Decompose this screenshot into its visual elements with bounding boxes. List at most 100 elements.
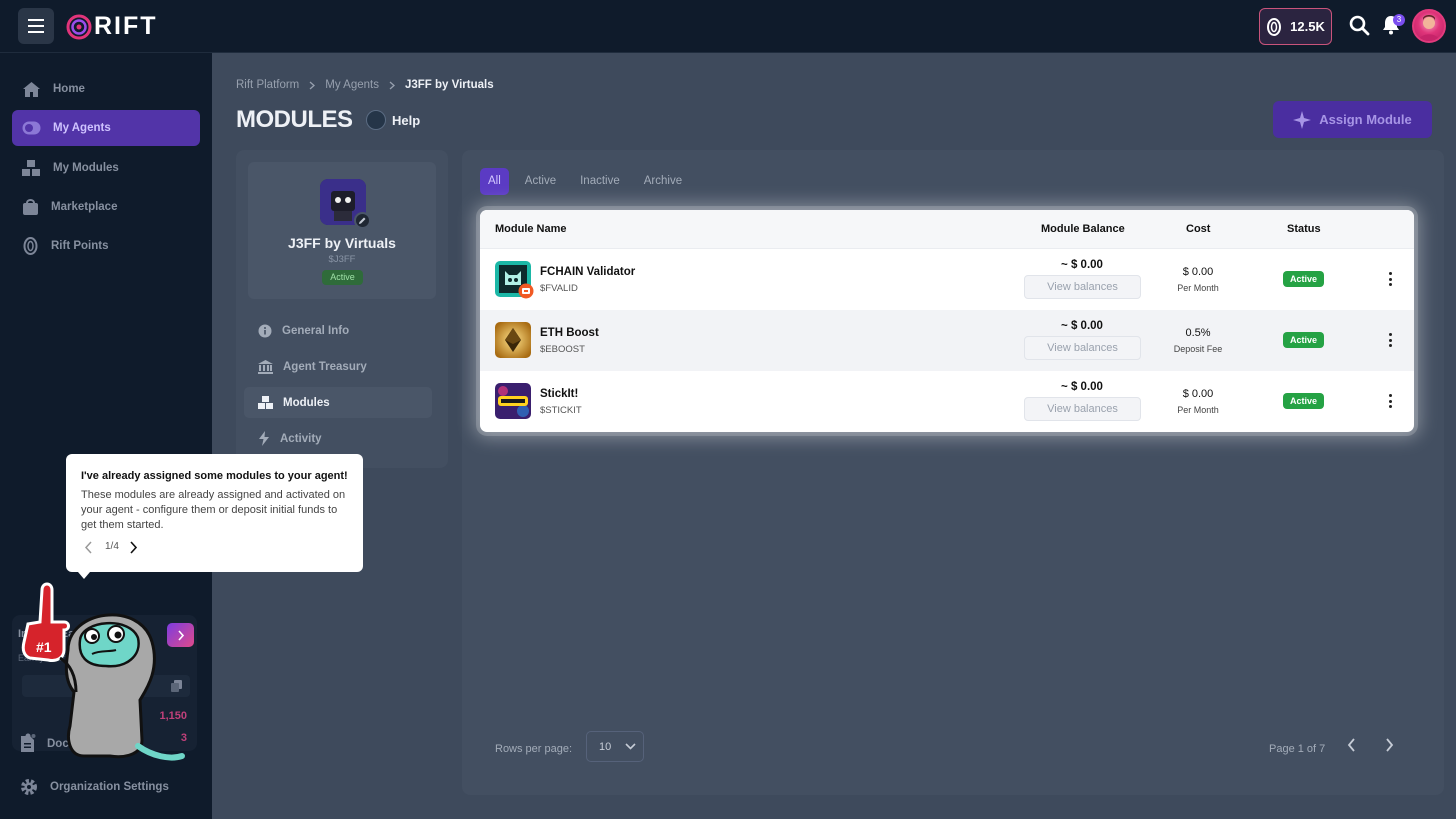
column-header-module-balance: Module Balance: [1041, 223, 1125, 235]
view-balances-button[interactable]: View balances: [1024, 275, 1141, 299]
home-icon: [23, 81, 40, 97]
breadcrumb: Rift Platform My Agents J3FF by Virtuals: [236, 79, 494, 91]
agent-nav-agent-treasury[interactable]: Agent Treasury: [244, 351, 432, 382]
agent-nav-label: General Info: [282, 324, 350, 337]
module-name[interactable]: FCHAIN Validator: [540, 266, 635, 278]
sidebar-item-organization-settings[interactable]: Organization Settings: [20, 778, 169, 796]
search-icon[interactable]: [1349, 15, 1370, 36]
points-balance: 12.5K: [1290, 19, 1325, 34]
agent-status-badge: Active: [322, 270, 363, 285]
tooltip-previous-icon[interactable]: [84, 541, 93, 554]
row-actions-kebab-icon[interactable]: [1384, 393, 1396, 409]
lightning-icon: [259, 431, 269, 446]
help-label: Help: [392, 112, 421, 128]
tooltip-pointer: [78, 572, 90, 579]
sidebar-item-my-modules[interactable]: My Modules: [12, 150, 200, 186]
tooltip-title: I've already assigned some modules to yo…: [81, 470, 348, 482]
coin-icon: [1267, 17, 1282, 36]
rows-per-page-select[interactable]: 10: [586, 731, 644, 762]
module-balance: ~ $ 0.00: [1061, 259, 1103, 271]
status-badge: Active: [1283, 271, 1324, 287]
module-name[interactable]: StickIt!: [540, 388, 578, 400]
module-name[interactable]: ETH Boost: [540, 327, 599, 339]
agent-nav-modules[interactable]: Modules: [244, 387, 432, 418]
sidebar-item-label: My Agents: [53, 122, 111, 134]
row-actions-kebab-icon[interactable]: [1384, 271, 1396, 287]
tab-all[interactable]: All: [480, 168, 509, 195]
agent-nav-activity[interactable]: Activity: [244, 423, 432, 454]
table-row[interactable]: FCHAIN Validator $FVALID ~ $ 0.00 View b…: [480, 249, 1414, 310]
module-cost-unit: Per Month: [1177, 283, 1219, 293]
sidebar-item-marketplace[interactable]: Marketplace: [12, 189, 200, 225]
sidebar-item-rift-points[interactable]: Rift Points: [12, 228, 200, 264]
sidebar-item-label: Marketplace: [51, 201, 118, 213]
tab-active[interactable]: Active: [517, 168, 564, 195]
sparkle-move-icon: [1293, 110, 1312, 129]
sidebar-item-label: Organization Settings: [50, 781, 169, 793]
svg-text:#1: #1: [36, 639, 52, 655]
coin-icon: [23, 237, 38, 255]
logo-text: RIFT: [94, 12, 158, 40]
agent-nav-label: Modules: [283, 396, 330, 409]
agent-ticker: $J3FF: [328, 254, 356, 265]
chevron-right-icon: [389, 81, 395, 89]
status-badge: Active: [1283, 393, 1324, 409]
help-link[interactable]: Help: [366, 110, 420, 130]
fchain-badge-icon: [518, 283, 534, 299]
sidebar-item-my-agents[interactable]: My Agents: [12, 110, 200, 146]
top-bar: RIFT 12.5K 3: [0, 0, 1456, 53]
column-header-module-name: Module Name: [495, 223, 567, 235]
chevron-down-icon: [625, 743, 636, 750]
tooltip-step-counter: 1/4: [105, 541, 119, 552]
next-page-icon[interactable]: [1384, 738, 1394, 752]
tab-archive[interactable]: Archive: [636, 168, 690, 195]
avatar-face-icon: [1419, 15, 1439, 41]
agent-panel: J3FF by Virtuals $J3FF Active General In…: [236, 150, 448, 468]
assign-module-label: Assign Module: [1319, 112, 1412, 127]
module-cost-unit: Deposit Fee: [1173, 344, 1223, 354]
user-avatar[interactable]: [1412, 9, 1446, 43]
tab-inactive[interactable]: Inactive: [572, 168, 628, 195]
breadcrumb-item[interactable]: My Agents: [325, 79, 379, 91]
edit-agent-icon[interactable]: [354, 212, 371, 229]
rift-logo-icon: [66, 14, 92, 39]
breadcrumb-item[interactable]: Rift Platform: [236, 79, 299, 91]
module-cost-unit: Per Month: [1177, 405, 1219, 415]
agent-nav-general-info[interactable]: General Info: [244, 315, 432, 346]
assign-module-button[interactable]: Assign Module: [1273, 101, 1432, 138]
module-cost: $ 0.00: [1182, 266, 1214, 278]
hamburger-menu-button[interactable]: [18, 8, 54, 44]
onboarding-tooltip: I've already assigned some modules to yo…: [66, 454, 363, 572]
row-actions-kebab-icon[interactable]: [1384, 332, 1396, 348]
points-balance-button[interactable]: 12.5K: [1259, 8, 1332, 45]
table-row[interactable]: ETH Boost $EBOOST ~ $ 0.00 View balances…: [480, 310, 1414, 371]
cubes-icon: [22, 159, 40, 176]
view-balances-button[interactable]: View balances: [1024, 397, 1141, 421]
rift-logo[interactable]: RIFT: [66, 12, 158, 41]
stickit-logo-icon: [495, 383, 531, 419]
notification-badge: 3: [1393, 14, 1405, 26]
help-mascot-icon: [366, 110, 386, 130]
chevron-right-icon: [309, 81, 316, 89]
tooltip-next-icon[interactable]: [129, 541, 138, 554]
previous-page-icon[interactable]: [1347, 738, 1357, 752]
breadcrumb-current: J3FF by Virtuals: [404, 79, 494, 91]
agent-nav-label: Agent Treasury: [283, 360, 367, 373]
cubes-icon: [258, 395, 273, 409]
module-ticker: $FVALID: [540, 283, 578, 294]
mascot-ghost-icon: #1: [21, 582, 185, 761]
agent-card: J3FF by Virtuals $J3FF Active: [248, 162, 436, 299]
column-header-status: Status: [1287, 223, 1321, 235]
modules-content: All Active Inactive Archive Module Name …: [462, 150, 1444, 795]
pencil-icon: [359, 217, 366, 224]
sidebar-item-label: My Modules: [53, 162, 119, 174]
sidebar-item-home[interactable]: Home: [12, 71, 200, 107]
main-content: Rift Platform My Agents J3FF by Virtuals…: [212, 53, 1456, 819]
bank-icon: [258, 359, 273, 374]
module-cost: $ 0.00: [1182, 388, 1214, 400]
view-balances-button[interactable]: View balances: [1024, 336, 1141, 360]
rows-per-page-value: 10: [599, 740, 612, 753]
module-ticker: $EBOOST: [540, 344, 585, 355]
table-row[interactable]: StickIt! $STICKIT ~ $ 0.00 View balances…: [480, 371, 1414, 432]
module-cost: 0.5%: [1185, 327, 1211, 339]
